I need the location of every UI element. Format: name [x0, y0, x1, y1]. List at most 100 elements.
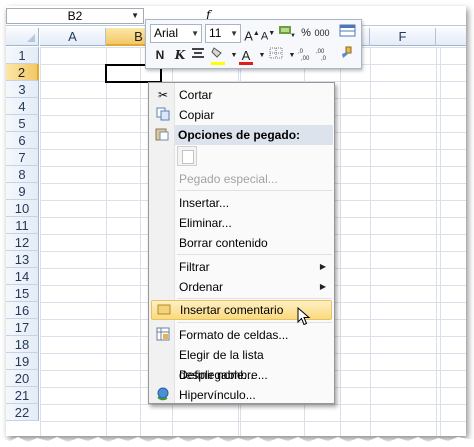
menu-separator [177, 298, 332, 299]
menu-item-label: Copiar [179, 108, 215, 122]
align-center-icon [192, 48, 204, 58]
menu-item-sort[interactable]: Ordenar ▶ [151, 277, 332, 297]
row-header[interactable]: 5 [6, 115, 39, 132]
paste-options-header: Opciones de pegado: [175, 125, 333, 145]
column-header-g[interactable] [436, 28, 466, 46]
chevron-down-icon[interactable]: ▼ [230, 25, 238, 42]
paste-option-icon[interactable] [177, 146, 197, 166]
clipboard-icon [155, 127, 171, 143]
font-name-value: Arial [154, 26, 179, 40]
row-header[interactable]: 12 [6, 234, 39, 251]
gridline [436, 47, 437, 436]
borders-button[interactable] [268, 46, 284, 65]
row-header[interactable]: 22 [6, 404, 39, 421]
gridline [370, 47, 371, 436]
row-header[interactable]: 18 [6, 336, 39, 353]
menu-item-label: Insertar comentario [180, 303, 284, 317]
paint-bucket-icon [211, 47, 222, 58]
increase-decimal-icon: ,0,00 [298, 49, 310, 62]
font-color-swatch [239, 62, 253, 65]
menu-item-define-name[interactable]: Definir nombre... [151, 365, 332, 385]
italic-button[interactable]: K [172, 46, 188, 65]
font-name-select[interactable]: Arial ▼ [150, 24, 202, 43]
table-format-icon [339, 24, 356, 37]
row-header[interactable]: 19 [6, 353, 39, 370]
row-header[interactable]: 9 [6, 183, 39, 200]
menu-separator [177, 254, 332, 255]
svg-text:,00: ,00 [301, 56, 310, 61]
row-header[interactable]: 8 [6, 166, 39, 183]
paintbrush-icon [342, 46, 352, 58]
excel-window: B2 ▼ f A B C D E F 1 2 3 4 5 6 7 8 9 10 … [6, 6, 466, 436]
hyperlink-icon [155, 387, 171, 403]
thousands-separator-button[interactable]: 000 [314, 24, 330, 43]
menu-item-copy[interactable]: Copiar [151, 105, 332, 125]
menu-item-insert[interactable]: Insertar... [151, 193, 332, 213]
torn-edge-decoration [0, 437, 474, 447]
grow-font-button[interactable]: A▲ [244, 24, 260, 43]
comment-icon [156, 303, 172, 319]
menu-item-hyperlink[interactable]: Hipervínculo... [151, 385, 332, 405]
menu-item-format-cells[interactable]: Formato de celdas... [151, 325, 332, 345]
menu-item-pick-from-list[interactable]: Elegir de la lista desplegable... [151, 345, 332, 382]
shrink-font-button[interactable]: A▼ [260, 24, 276, 43]
percent-button[interactable]: % [298, 24, 314, 43]
row-header[interactable]: 14 [6, 268, 39, 285]
svg-text:,00: ,00 [316, 49, 325, 55]
menu-item-clear-contents[interactable]: Borrar contenido [151, 233, 332, 253]
menu-item-filter[interactable]: Filtrar ▶ [151, 257, 332, 277]
copy-icon [155, 107, 171, 123]
name-box-value: B2 [67, 9, 83, 23]
row-header[interactable]: 7 [6, 149, 39, 166]
column-header-a[interactable]: A [40, 28, 106, 46]
row-header[interactable]: 3 [6, 81, 39, 98]
row-header[interactable]: 11 [6, 217, 39, 234]
currency-icon: ▼ [279, 26, 296, 39]
bold-button[interactable]: N [152, 46, 168, 65]
mouse-cursor-icon [297, 307, 311, 326]
row-header[interactable]: 21 [6, 387, 39, 404]
row-header[interactable]: 15 [6, 285, 39, 302]
chevron-down-icon[interactable]: ▼ [191, 25, 199, 42]
chevron-right-icon: ▶ [319, 262, 326, 271]
format-painter-button[interactable] [339, 24, 357, 43]
column-header-f[interactable]: F [370, 28, 436, 46]
select-all-corner[interactable] [6, 28, 39, 46]
menu-item-cut[interactable]: ✂ Cortar [151, 85, 332, 105]
row-header[interactable]: 13 [6, 251, 39, 268]
row-header[interactable]: 4 [6, 98, 39, 115]
accounting-format-button[interactable]: ▼ [278, 24, 296, 43]
row-header[interactable]: 10 [6, 200, 39, 217]
decrease-decimal-icon: ,00,0 [316, 49, 327, 62]
mini-toolbar: Arial ▼ 11 ▼ A▲ A▼ ▼ % 000 N K ▼ A ▼ ▼ ,… [145, 19, 362, 69]
gridline [106, 47, 107, 436]
context-menu: ✂ Cortar Copiar Opciones de pegado: Pega… [148, 82, 335, 404]
menu-item-label: Cortar [179, 88, 213, 102]
format-cells-icon [155, 327, 171, 343]
menu-item-label: Formato de celdas... [179, 328, 289, 342]
name-box[interactable]: B2 ▼ [6, 8, 144, 24]
decrease-decimal-button[interactable]: ,00,0 [316, 47, 332, 66]
font-size-value: 11 [209, 26, 222, 40]
row-header[interactable]: 20 [6, 370, 39, 387]
row-header[interactable]: 2 [6, 64, 39, 81]
menu-item-label: Hipervínculo... [179, 388, 256, 402]
row-header[interactable]: 16 [6, 302, 39, 319]
center-align-button[interactable] [190, 46, 206, 65]
grow-font-icon: A [244, 28, 253, 44]
menu-item-paste-special[interactable]: Pegado especial... [151, 169, 332, 189]
menu-item-delete[interactable]: Eliminar... [151, 213, 332, 233]
increase-decimal-button[interactable]: ,0,00 [298, 47, 314, 66]
format-painter-button[interactable] [338, 46, 354, 65]
borders-icon [269, 47, 283, 59]
chevron-down-icon[interactable]: ▼ [131, 9, 139, 23]
menu-item-label: Filtrar [179, 260, 210, 274]
menu-item-label: Ordenar [179, 280, 224, 294]
font-size-select[interactable]: 11 ▼ [205, 24, 241, 43]
row-header[interactable]: 1 [6, 47, 39, 64]
scissors-icon: ✂ [157, 88, 169, 102]
fill-color-swatch [211, 62, 225, 65]
row-header[interactable]: 6 [6, 132, 39, 149]
row-header[interactable]: 17 [6, 319, 39, 336]
svg-text:,0: ,0 [298, 49, 304, 55]
